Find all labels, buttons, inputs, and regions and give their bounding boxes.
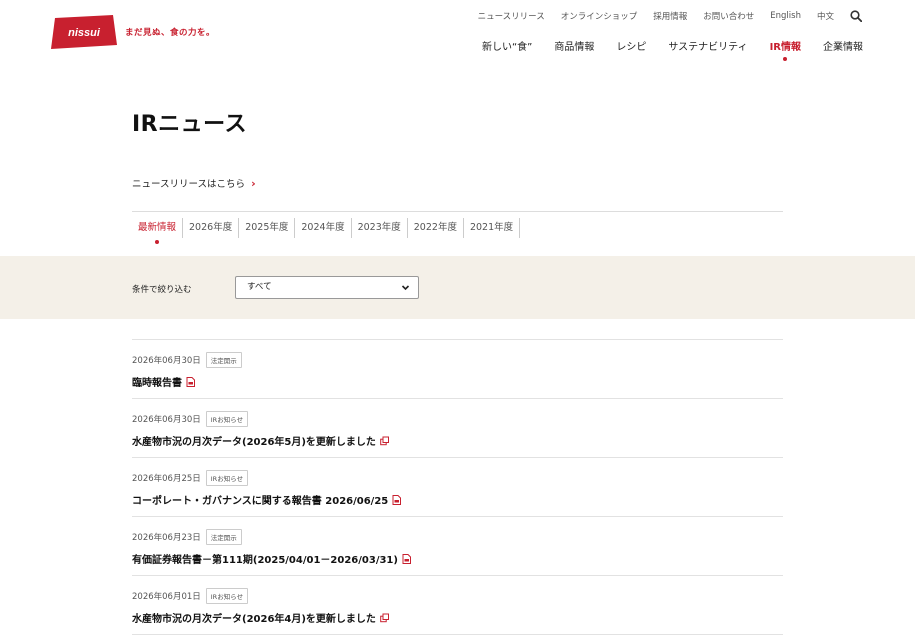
tab-latest[interactable]: 最新情報 (132, 218, 184, 244)
filter-band: 条件で絞り込む すべて (0, 256, 915, 319)
nav-new-food[interactable]: 新しい“食” (482, 38, 532, 53)
news-title[interactable]: 有価証券報告書－第111期(2025/04/01－2026/03/31) (132, 551, 398, 566)
tagline: まだ見ぬ、食の力を。 (125, 28, 216, 38)
filter-label: 条件で絞り込む (132, 285, 192, 295)
brand-text: nissui (68, 27, 101, 39)
news-title[interactable]: 水産物市況の月次データ(2026年4月)を更新しました (132, 610, 376, 625)
nav-ir[interactable]: IR情報 (770, 38, 801, 61)
year-tabs: 最新情報 2026年度 2025年度 2024年度 2023年度 2022年度 … (132, 211, 783, 244)
press-release-link[interactable]: ニュースリリースはこちら › (132, 176, 256, 191)
news-date: 2026年06月30日 (132, 356, 201, 366)
util-link-contact[interactable]: お問い合わせ (703, 10, 754, 22)
pdf-icon (392, 494, 402, 505)
category-select[interactable]: すべて (235, 276, 419, 299)
main-nav: 新しい“食” 商品情報 レシピ サステナビリティ IR情報 企業情報 (482, 38, 863, 61)
pdf-icon (402, 553, 411, 564)
external-link-icon (380, 613, 389, 622)
tab-2021[interactable]: 2021年度 (464, 218, 521, 238)
util-link-shop[interactable]: オンラインショップ (561, 10, 638, 22)
news-date: 2026年06月23日 (132, 533, 201, 543)
news-title[interactable]: 臨時報告書 (132, 374, 182, 389)
category-select-value: すべて (247, 282, 272, 292)
category-badge: IRお知らせ (205, 411, 249, 427)
news-item[interactable]: 2026年06月01日 IRお知らせ 水産物市況の月次データ(2026年4月)を… (132, 576, 783, 635)
tab-2023[interactable]: 2023年度 (352, 218, 408, 238)
news-date: 2026年06月30日 (132, 415, 201, 425)
nav-sustainability[interactable]: サステナビリティ (668, 38, 747, 53)
tab-2024[interactable]: 2024年度 (295, 218, 352, 238)
tab-2026[interactable]: 2026年度 (183, 218, 240, 238)
news-list: 2026年06月30日 法定開示 臨時報告書 2026年06月30日 IRお知ら… (132, 339, 783, 635)
util-link-news[interactable]: ニュースリリース (478, 10, 545, 22)
nav-recipes[interactable]: レシピ (616, 38, 646, 53)
util-link-english[interactable]: English (770, 11, 801, 21)
page-title: IRニュース (132, 112, 248, 137)
pdf-icon (186, 376, 195, 387)
search-icon[interactable] (850, 10, 862, 22)
news-title[interactable]: コーポレート・ガバナンスに関する報告書 2026/06/25 (132, 492, 388, 507)
nav-company[interactable]: 企業情報 (823, 38, 863, 53)
news-item[interactable]: 2026年06月23日 法定開示 有価証券報告書－第111期(2025/04/0… (132, 517, 783, 576)
category-badge: 法定開示 (205, 352, 242, 368)
news-item[interactable]: 2026年06月30日 法定開示 臨時報告書 (132, 340, 783, 399)
news-date: 2026年06月25日 (132, 474, 201, 484)
nissui-logo[interactable]: nissui (51, 15, 117, 49)
util-link-recruit[interactable]: 採用情報 (653, 10, 687, 22)
external-link-icon (380, 436, 389, 445)
category-badge: 法定開示 (205, 529, 242, 545)
press-release-link-label: ニュースリリースはこちら (132, 179, 246, 190)
utility-nav: ニュースリリース オンラインショップ 採用情報 お問い合わせ English 中… (478, 10, 862, 22)
util-link-chinese[interactable]: 中文 (817, 10, 834, 22)
category-badge: IRお知らせ (205, 470, 249, 486)
category-badge: IRお知らせ (205, 588, 249, 604)
news-item[interactable]: 2026年06月25日 IRお知らせ コーポレート・ガバナンスに関する報告書 2… (132, 458, 783, 517)
tab-2022[interactable]: 2022年度 (408, 218, 464, 238)
chevron-down-icon (401, 285, 410, 291)
tab-2025[interactable]: 2025年度 (239, 218, 296, 238)
nav-products[interactable]: 商品情報 (554, 38, 594, 53)
chevron-right-icon: › (251, 176, 256, 190)
news-item[interactable]: 2026年06月30日 IRお知らせ 水産物市況の月次データ(2026年5月)を… (132, 399, 783, 458)
news-title[interactable]: 水産物市況の月次データ(2026年5月)を更新しました (132, 433, 376, 448)
news-date: 2026年06月01日 (132, 592, 201, 602)
